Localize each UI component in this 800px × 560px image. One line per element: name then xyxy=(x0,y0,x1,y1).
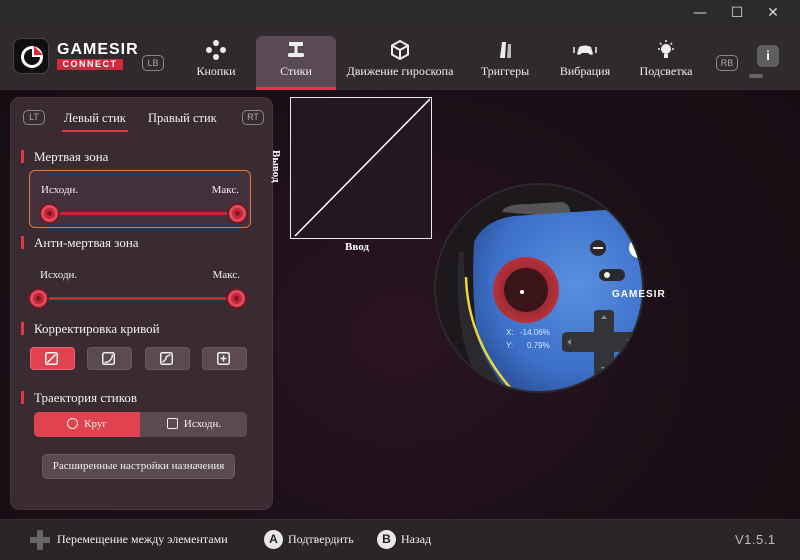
deadzone-min-handle[interactable] xyxy=(41,205,58,222)
convex-curve-icon xyxy=(102,352,115,365)
tab-label: Кнопки xyxy=(196,64,236,78)
anti-deadzone-slider[interactable]: Исходн. Макс. xyxy=(29,256,251,314)
trigger-icon xyxy=(470,36,540,64)
joystick-icon xyxy=(256,36,336,64)
brand-name: GAMESIR xyxy=(57,41,139,58)
title-bar: — ☐ ✕ xyxy=(0,0,800,26)
app-header: GAMESIR CONNECT LB Кнопки Стики Движение… xyxy=(0,26,800,90)
trajectory-circle-option[interactable]: Круг xyxy=(34,412,140,437)
maximize-button[interactable]: ☐ xyxy=(722,2,752,24)
anti-deadzone-track xyxy=(40,297,240,300)
close-button[interactable]: ✕ xyxy=(758,2,788,24)
stick-y-label: Y: xyxy=(506,341,514,350)
response-curve-graph xyxy=(290,97,432,239)
deadzone-title: Мертвая зона xyxy=(21,150,108,163)
option-label: Круг xyxy=(84,418,107,430)
anti-deadzone-max-label: Макс. xyxy=(212,269,240,281)
info-indicator xyxy=(749,74,763,78)
gamepad-buttons-icon xyxy=(180,36,252,64)
trajectory-default-option[interactable]: Исходн. xyxy=(141,412,247,437)
controller-preview: GAMESIR X: -14.06% Y: 0.79% xyxy=(434,182,665,394)
linear-curve-icon xyxy=(45,352,58,365)
curve-convex-button[interactable] xyxy=(87,347,132,370)
response-curve-line xyxy=(294,98,431,237)
tab-right-stick[interactable]: Правый стик xyxy=(148,111,217,126)
a-button-icon: A xyxy=(264,530,283,549)
trajectory-title: Траектория стиков xyxy=(21,391,137,404)
b-button-icon: B xyxy=(377,530,396,549)
advanced-mapping-button[interactable]: Расширенные настройки назначения xyxy=(42,454,235,479)
cube-gyro-icon xyxy=(342,36,458,64)
stick-x-label: X: xyxy=(506,328,514,337)
app-window: — ☐ ✕ GAMESIR CONNECT LB Кнопки Стики Дв… xyxy=(0,0,800,560)
step-curve-icon xyxy=(160,352,173,365)
vibration-icon xyxy=(548,36,622,64)
dpad-icon xyxy=(29,529,51,556)
app-version: V1.5.1 xyxy=(735,532,776,547)
custom-curve-icon xyxy=(217,352,230,365)
footer-bar: Перемещение между элементами A Подтверди… xyxy=(0,519,800,560)
tab-sticks[interactable]: Стики xyxy=(256,36,336,90)
tab-left-stick[interactable]: Левый стик xyxy=(62,111,128,132)
lt-button-hint: LT xyxy=(23,110,45,125)
tab-triggers[interactable]: Триггеры xyxy=(470,36,540,90)
deadzone-max-label: Макс. xyxy=(211,184,239,196)
deadzone-min-label: Исходн. xyxy=(41,184,79,196)
trajectory-toggle: Круг Исходн. xyxy=(34,412,247,437)
square-icon xyxy=(166,418,178,429)
option-label: Исходн. xyxy=(183,418,222,430)
stick-y-value: 0.79% xyxy=(527,341,550,350)
anti-deadzone-min-label: Исходн. xyxy=(40,269,78,281)
stick-x-value: -14.06% xyxy=(520,328,550,337)
info-button[interactable]: i xyxy=(757,45,779,67)
gamesir-logo-icon xyxy=(13,38,49,74)
curve-title: Корректировка кривой xyxy=(21,322,160,335)
circle-icon xyxy=(67,418,79,429)
deadzone-track xyxy=(41,212,241,215)
anti-deadzone-min-handle[interactable] xyxy=(30,290,47,307)
curve-step-button[interactable] xyxy=(145,347,190,370)
graph-y-axis-label: Вывод xyxy=(270,150,282,183)
tab-label: Вибрация xyxy=(559,64,611,78)
stick-settings-panel: LT Левый стик Правый стик RT Мертвая зон… xyxy=(10,97,273,510)
rb-button-hint: RB xyxy=(716,55,738,71)
tab-label: Триггеры xyxy=(480,64,530,78)
deadzone-max-handle[interactable] xyxy=(229,205,246,222)
lightbulb-icon xyxy=(630,36,702,64)
controller-brand: GAMESIR xyxy=(612,289,666,300)
tab-gyro[interactable]: Движение гироскопа xyxy=(342,36,458,90)
tab-label: Подсветка xyxy=(639,64,693,78)
minimize-button[interactable]: — xyxy=(685,2,715,24)
tab-label: Стики xyxy=(280,64,312,78)
lb-button-hint: LB xyxy=(142,55,164,71)
graph-x-axis-label: Ввод xyxy=(345,241,369,253)
footer-navigate-hint: Перемещение между элементами xyxy=(57,532,228,546)
tab-buttons[interactable]: Кнопки xyxy=(180,36,252,90)
tab-label: Движение гироскопа xyxy=(346,64,454,78)
deadzone-slider[interactable]: Исходн. Макс. xyxy=(29,170,251,228)
anti-deadzone-max-handle[interactable] xyxy=(228,290,245,307)
footer-back-hint: Назад xyxy=(401,532,432,546)
brand-subtitle: CONNECT xyxy=(57,59,123,70)
curve-custom-button[interactable] xyxy=(202,347,247,370)
footer-confirm-hint: Подтвердить xyxy=(288,532,354,546)
tab-lighting[interactable]: Подсветка xyxy=(630,36,702,90)
tab-vibration[interactable]: Вибрация xyxy=(548,36,622,90)
curve-linear-button[interactable] xyxy=(30,347,75,370)
rt-button-hint: RT xyxy=(242,110,264,125)
anti-deadzone-title: Анти-мертвая зона xyxy=(21,236,139,249)
